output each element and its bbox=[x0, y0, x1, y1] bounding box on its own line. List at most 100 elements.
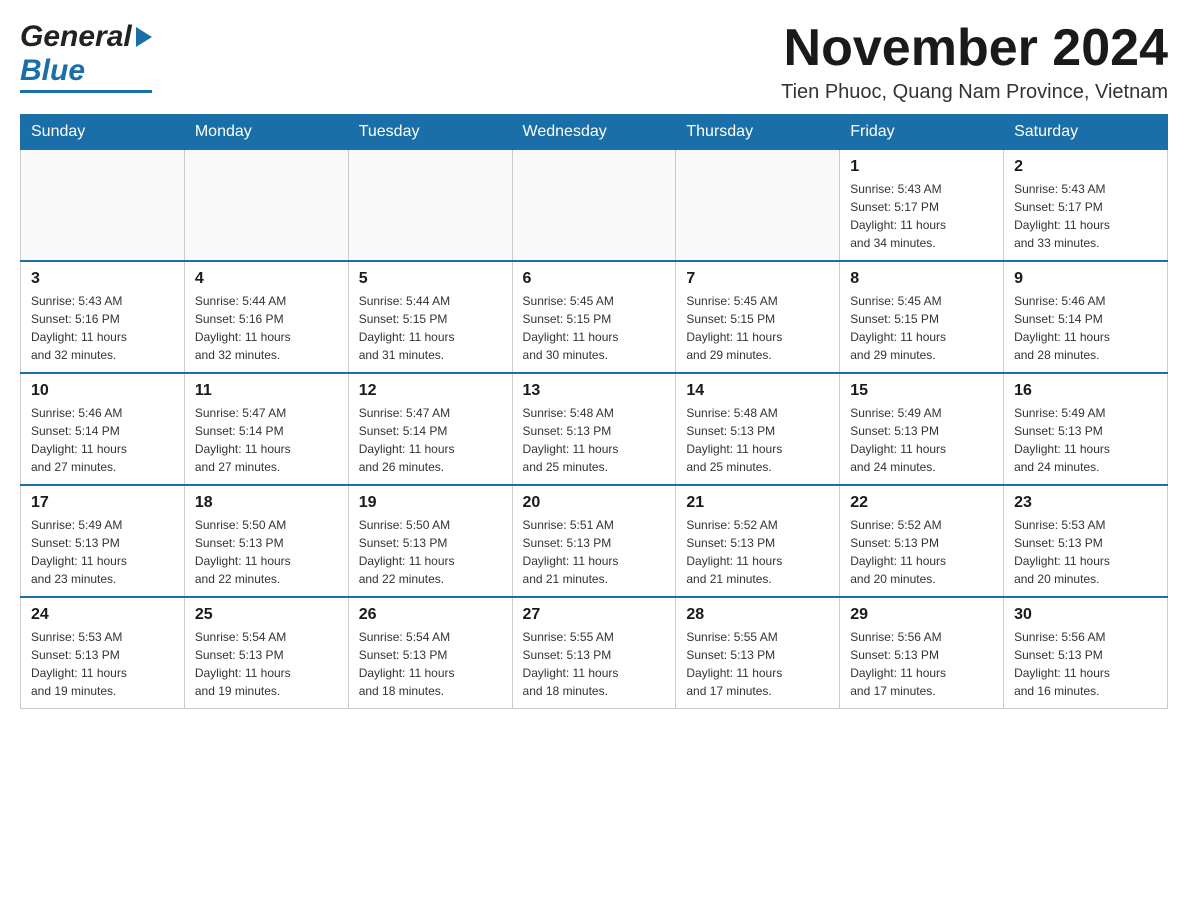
calendar-cell: 4 Sunrise: 5:44 AM Sunset: 5:16 PM Daylig… bbox=[184, 261, 348, 373]
calendar-cell bbox=[348, 150, 512, 262]
logo-triangle-icon bbox=[136, 27, 152, 47]
calendar-cell: 6 Sunrise: 5:45 AM Sunset: 5:15 PM Daylig… bbox=[512, 261, 676, 373]
day-info: Sunrise: 5:49 AM Sunset: 5:13 PM Dayligh… bbox=[1014, 404, 1157, 476]
day-number: 2 bbox=[1014, 158, 1157, 176]
day-number: 22 bbox=[850, 494, 993, 512]
calendar-cell: 20 Sunrise: 5:51 AM Sunset: 5:13 PM Dayli… bbox=[512, 485, 676, 597]
day-number: 23 bbox=[1014, 494, 1157, 512]
day-info: Sunrise: 5:45 AM Sunset: 5:15 PM Dayligh… bbox=[523, 292, 666, 364]
day-info: Sunrise: 5:44 AM Sunset: 5:16 PM Dayligh… bbox=[195, 292, 338, 364]
calendar-cell: 11Sunrise: 5:47 AM Sunset: 5:14 PM Dayli… bbox=[184, 373, 348, 485]
col-sunday: Sunday bbox=[21, 115, 185, 150]
day-info: Sunrise: 5:49 AM Sunset: 5:13 PM Dayligh… bbox=[850, 404, 993, 476]
day-number: 13 bbox=[523, 382, 666, 400]
calendar-cell: 29Sunrise: 5:56 AM Sunset: 5:13 PM Dayli… bbox=[840, 597, 1004, 709]
day-number: 9 bbox=[1014, 270, 1157, 288]
day-number: 25 bbox=[195, 606, 338, 624]
day-number: 16 bbox=[1014, 382, 1157, 400]
day-info: Sunrise: 5:51 AM Sunset: 5:13 PM Dayligh… bbox=[523, 516, 666, 588]
calendar-cell: 16 Sunrise: 5:49 AM Sunset: 5:13 PM Dayli… bbox=[1004, 373, 1168, 485]
day-info: Sunrise: 5:52 AM Sunset: 5:13 PM Dayligh… bbox=[850, 516, 993, 588]
page-header: General Blue November 2024 Tien Phuoc, Q… bbox=[20, 20, 1168, 104]
col-tuesday: Tuesday bbox=[348, 115, 512, 150]
day-number: 3 bbox=[31, 270, 174, 288]
day-number: 17 bbox=[31, 494, 174, 512]
day-number: 5 bbox=[359, 270, 502, 288]
calendar-cell: 3 Sunrise: 5:43 AM Sunset: 5:16 PM Daylig… bbox=[21, 261, 185, 373]
day-info: Sunrise: 5:53 AM Sunset: 5:13 PM Dayligh… bbox=[31, 628, 174, 700]
day-info: Sunrise: 5:50 AM Sunset: 5:13 PM Dayligh… bbox=[359, 516, 502, 588]
day-number: 10 bbox=[31, 382, 174, 400]
calendar-cell: 14 Sunrise: 5:48 AM Sunset: 5:13 PM Dayli… bbox=[676, 373, 840, 485]
calendar-cell: 28 Sunrise: 5:55 AM Sunset: 5:13 PM Dayli… bbox=[676, 597, 840, 709]
calendar-cell bbox=[676, 150, 840, 262]
day-info: Sunrise: 5:46 AM Sunset: 5:14 PM Dayligh… bbox=[1014, 292, 1157, 364]
day-number: 12 bbox=[359, 382, 502, 400]
day-info: Sunrise: 5:46 AM Sunset: 5:14 PM Dayligh… bbox=[31, 404, 174, 476]
col-friday: Friday bbox=[840, 115, 1004, 150]
logo-blue-text: Blue bbox=[20, 54, 85, 87]
day-info: Sunrise: 5:55 AM Sunset: 5:13 PM Dayligh… bbox=[523, 628, 666, 700]
calendar-cell: 24 Sunrise: 5:53 AM Sunset: 5:13 PM Dayli… bbox=[21, 597, 185, 709]
day-info: Sunrise: 5:48 AM Sunset: 5:13 PM Dayligh… bbox=[523, 404, 666, 476]
calendar-header-row: Sunday Monday Tuesday Wednesday Thursday… bbox=[21, 115, 1168, 150]
day-number: 6 bbox=[523, 270, 666, 288]
day-number: 8 bbox=[850, 270, 993, 288]
day-info: Sunrise: 5:54 AM Sunset: 5:13 PM Dayligh… bbox=[195, 628, 338, 700]
calendar-cell: 7Sunrise: 5:45 AM Sunset: 5:15 PM Daylig… bbox=[676, 261, 840, 373]
calendar-cell: 30Sunrise: 5:56 AM Sunset: 5:13 PM Dayli… bbox=[1004, 597, 1168, 709]
day-number: 11 bbox=[195, 382, 338, 400]
day-info: Sunrise: 5:43 AM Sunset: 5:16 PM Dayligh… bbox=[31, 292, 174, 364]
calendar-cell: 18Sunrise: 5:50 AM Sunset: 5:13 PM Dayli… bbox=[184, 485, 348, 597]
day-number: 28 bbox=[686, 606, 829, 624]
day-number: 1 bbox=[850, 158, 993, 176]
calendar-cell bbox=[512, 150, 676, 262]
calendar-cell: 26Sunrise: 5:54 AM Sunset: 5:13 PM Dayli… bbox=[348, 597, 512, 709]
calendar-cell: 1 Sunrise: 5:43 AM Sunset: 5:17 PM Daylig… bbox=[840, 150, 1004, 262]
day-info: Sunrise: 5:48 AM Sunset: 5:13 PM Dayligh… bbox=[686, 404, 829, 476]
day-number: 4 bbox=[195, 270, 338, 288]
day-info: Sunrise: 5:43 AM Sunset: 5:17 PM Dayligh… bbox=[850, 180, 993, 252]
title-area: November 2024 Tien Phuoc, Quang Nam Prov… bbox=[781, 20, 1168, 104]
logo-general-text: General bbox=[20, 20, 132, 54]
month-title: November 2024 bbox=[781, 20, 1168, 77]
location-subtitle: Tien Phuoc, Quang Nam Province, Vietnam bbox=[781, 81, 1168, 104]
calendar-cell: 5Sunrise: 5:44 AM Sunset: 5:15 PM Daylig… bbox=[348, 261, 512, 373]
logo-underline bbox=[20, 90, 152, 93]
calendar-cell: 23Sunrise: 5:53 AM Sunset: 5:13 PM Dayli… bbox=[1004, 485, 1168, 597]
calendar-cell: 17Sunrise: 5:49 AM Sunset: 5:13 PM Dayli… bbox=[21, 485, 185, 597]
calendar-week-row: 3 Sunrise: 5:43 AM Sunset: 5:16 PM Daylig… bbox=[21, 261, 1168, 373]
logo: General Blue bbox=[20, 20, 152, 93]
calendar-cell bbox=[21, 150, 185, 262]
day-number: 21 bbox=[686, 494, 829, 512]
calendar-cell: 22 Sunrise: 5:52 AM Sunset: 5:13 PM Dayli… bbox=[840, 485, 1004, 597]
col-saturday: Saturday bbox=[1004, 115, 1168, 150]
day-info: Sunrise: 5:56 AM Sunset: 5:13 PM Dayligh… bbox=[1014, 628, 1157, 700]
calendar-cell: 8Sunrise: 5:45 AM Sunset: 5:15 PM Daylig… bbox=[840, 261, 1004, 373]
col-wednesday: Wednesday bbox=[512, 115, 676, 150]
day-info: Sunrise: 5:43 AM Sunset: 5:17 PM Dayligh… bbox=[1014, 180, 1157, 252]
calendar-cell: 19Sunrise: 5:50 AM Sunset: 5:13 PM Dayli… bbox=[348, 485, 512, 597]
day-info: Sunrise: 5:56 AM Sunset: 5:13 PM Dayligh… bbox=[850, 628, 993, 700]
day-number: 27 bbox=[523, 606, 666, 624]
day-info: Sunrise: 5:47 AM Sunset: 5:14 PM Dayligh… bbox=[359, 404, 502, 476]
day-number: 14 bbox=[686, 382, 829, 400]
day-info: Sunrise: 5:55 AM Sunset: 5:13 PM Dayligh… bbox=[686, 628, 829, 700]
calendar-week-row: 17Sunrise: 5:49 AM Sunset: 5:13 PM Dayli… bbox=[21, 485, 1168, 597]
calendar-cell: 15 Sunrise: 5:49 AM Sunset: 5:13 PM Dayli… bbox=[840, 373, 1004, 485]
col-thursday: Thursday bbox=[676, 115, 840, 150]
day-number: 15 bbox=[850, 382, 993, 400]
day-number: 20 bbox=[523, 494, 666, 512]
calendar-cell: 21Sunrise: 5:52 AM Sunset: 5:13 PM Dayli… bbox=[676, 485, 840, 597]
day-number: 24 bbox=[31, 606, 174, 624]
day-number: 26 bbox=[359, 606, 502, 624]
calendar-cell: 10 Sunrise: 5:46 AM Sunset: 5:14 PM Dayli… bbox=[21, 373, 185, 485]
day-info: Sunrise: 5:50 AM Sunset: 5:13 PM Dayligh… bbox=[195, 516, 338, 588]
day-info: Sunrise: 5:45 AM Sunset: 5:15 PM Dayligh… bbox=[686, 292, 829, 364]
calendar-week-row: 1 Sunrise: 5:43 AM Sunset: 5:17 PM Daylig… bbox=[21, 150, 1168, 262]
calendar-cell: 9 Sunrise: 5:46 AM Sunset: 5:14 PM Daylig… bbox=[1004, 261, 1168, 373]
calendar-week-row: 24 Sunrise: 5:53 AM Sunset: 5:13 PM Dayli… bbox=[21, 597, 1168, 709]
calendar-cell: 12 Sunrise: 5:47 AM Sunset: 5:14 PM Dayli… bbox=[348, 373, 512, 485]
calendar-cell: 25 Sunrise: 5:54 AM Sunset: 5:13 PM Dayli… bbox=[184, 597, 348, 709]
calendar-cell: 2 Sunrise: 5:43 AM Sunset: 5:17 PM Daylig… bbox=[1004, 150, 1168, 262]
